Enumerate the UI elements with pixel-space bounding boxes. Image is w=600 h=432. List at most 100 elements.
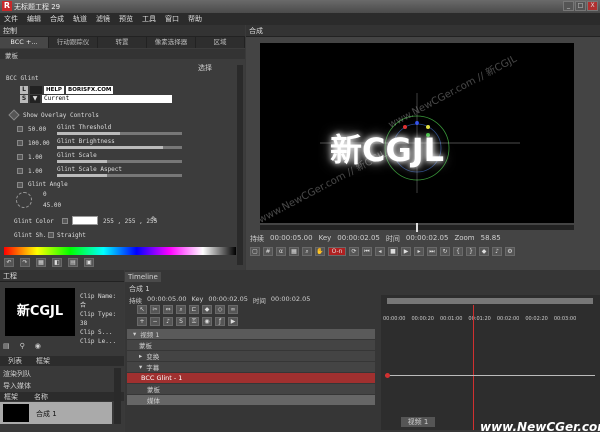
compare-icon[interactable]: ◧: [52, 258, 62, 267]
duration-value[interactable]: 00:00:05.00: [270, 234, 313, 244]
project-scrollbar[interactable]: [114, 368, 121, 424]
stop-icon[interactable]: ■: [388, 247, 398, 256]
color-keyframe-checkbox[interactable]: [62, 218, 68, 224]
snap-icon[interactable]: ⊏: [189, 305, 199, 314]
razor-tool-icon[interactable]: ✂: [150, 305, 160, 314]
menu-file[interactable]: 文件: [4, 14, 18, 24]
tab-motion-tracker[interactable]: 行动跟踪仪: [49, 37, 98, 48]
color-spectrum[interactable]: [4, 247, 236, 255]
tab-list[interactable]: 列表: [8, 356, 22, 366]
project-item[interactable]: 合成 1: [0, 402, 112, 424]
redo-icon[interactable]: ↷: [20, 258, 30, 267]
dropdown-icon[interactable]: ▼: [30, 95, 40, 103]
menu-track[interactable]: 轨道: [73, 14, 87, 24]
color-swatch[interactable]: [72, 216, 98, 225]
tab-bcc[interactable]: BCC +...: [0, 37, 49, 48]
param-keyframe-checkbox[interactable]: [17, 140, 23, 146]
select-tool-icon[interactable]: ↖: [137, 305, 147, 314]
new-bin-icon[interactable]: ▤: [3, 342, 10, 350]
angle-dial[interactable]: [16, 192, 32, 208]
angle-keyframe-checkbox[interactable]: [17, 182, 23, 188]
timeline-tab[interactable]: Timeline: [125, 272, 161, 282]
frame-icon[interactable]: ▣: [84, 258, 94, 267]
collapse-icon[interactable]: ▸: [139, 352, 142, 360]
settings-icon[interactable]: ⚙: [505, 247, 515, 256]
key-value[interactable]: 00:00:02.05: [337, 234, 380, 244]
viewer-playhead[interactable]: [416, 223, 418, 232]
tl-duration-value[interactable]: 00:00:05.00: [147, 295, 187, 305]
project-thumbnail[interactable]: 新CGJL: [5, 288, 75, 336]
video-clip[interactable]: 视频 1: [401, 417, 435, 427]
checker-icon[interactable]: ▦: [289, 247, 299, 256]
play-icon[interactable]: ▶: [401, 247, 411, 256]
mute-icon[interactable]: ♪: [163, 317, 173, 326]
menu-filter[interactable]: 滤镜: [96, 14, 110, 24]
track-add-icon[interactable]: +: [137, 317, 147, 326]
expand-icon[interactable]: ▾: [139, 363, 142, 371]
visibility-icon[interactable]: ◉: [202, 317, 212, 326]
eye-icon[interactable]: ◉: [35, 342, 41, 350]
tab-mask[interactable]: 蒙板: [5, 50, 18, 60]
tl-key-value[interactable]: 00:00:02.05: [208, 295, 248, 305]
overlay-diamond-icon[interactable]: [8, 109, 20, 121]
render-icon[interactable]: ▶: [228, 317, 238, 326]
tab-transpose[interactable]: 转置: [98, 37, 147, 48]
menu-help[interactable]: 帮助: [188, 14, 202, 24]
time-ruler[interactable]: 00:00:00 00:00:20 00:01:00 00:01:20 00:0…: [381, 316, 600, 324]
lock-icon[interactable]: ⚿: [189, 317, 199, 326]
color-values[interactable]: 255 , 255 , 255: [103, 218, 157, 225]
undo-icon[interactable]: ↶: [4, 258, 14, 267]
control-scrollbar[interactable]: [237, 65, 243, 265]
in-point-icon[interactable]: {: [453, 247, 463, 256]
keyframe-icon[interactable]: ◇: [215, 305, 225, 314]
angle-degrees[interactable]: 45.00: [43, 202, 61, 209]
help-button[interactable]: HELP: [44, 86, 64, 94]
slip-tool-icon[interactable]: ⇔: [163, 305, 173, 314]
param-value[interactable]: 100.00: [28, 140, 50, 147]
track-row[interactable]: ▸ 变换: [127, 351, 375, 361]
step-forward-icon[interactable]: ▸: [414, 247, 424, 256]
track-row[interactable]: ▾ 字幕: [127, 362, 375, 372]
out-point-icon[interactable]: }: [466, 247, 476, 256]
track-delete-icon[interactable]: −: [150, 317, 160, 326]
track-row[interactable]: ▾ 视频 1: [127, 329, 375, 339]
go-end-icon[interactable]: ⏭: [427, 247, 437, 256]
zoom-value[interactable]: 58.85: [481, 234, 501, 244]
keyframe-curve[interactable]: [385, 375, 595, 376]
magnify-icon[interactable]: ⌕: [302, 247, 312, 256]
alpha-icon[interactable]: α: [276, 247, 286, 256]
keyframe-marker[interactable]: [385, 373, 390, 378]
param-keyframe-checkbox[interactable]: [17, 154, 23, 160]
maximize-button[interactable]: □: [575, 1, 586, 11]
audio-icon[interactable]: ♪: [492, 247, 502, 256]
refresh-icon[interactable]: ⟳: [349, 247, 359, 256]
step-back-icon[interactable]: ◂: [375, 247, 385, 256]
grid-icon[interactable]: ▦: [36, 258, 46, 267]
param-slider[interactable]: [57, 174, 182, 177]
track-row[interactable]: 蒙板: [127, 384, 375, 394]
safe-area-icon[interactable]: ▢: [250, 247, 260, 256]
param-slider[interactable]: [57, 132, 182, 135]
minimize-button[interactable]: _: [563, 1, 574, 11]
param-keyframe-checkbox[interactable]: [17, 168, 23, 174]
save-icon[interactable]: S: [20, 95, 28, 103]
mark-icon[interactable]: ◆: [479, 247, 489, 256]
show-overlay-label[interactable]: Show Overlay Controls: [23, 112, 99, 119]
menu-composite[interactable]: 合成: [50, 14, 64, 24]
loop-icon[interactable]: ↻: [440, 247, 450, 256]
render-queue-label[interactable]: 渲染列队: [3, 369, 31, 379]
viewer-screen[interactable]: 新CGJL www.NewCGer.com // 新CGJL www.NewCG…: [260, 43, 574, 223]
shape-dropdown[interactable]: Straight: [57, 232, 86, 239]
tab-region[interactable]: 区域: [196, 37, 245, 48]
track-row[interactable]: 蒙板: [127, 340, 375, 350]
track-row-selected[interactable]: BCC Glint - 1: [127, 373, 375, 383]
param-value[interactable]: 50.00: [28, 126, 46, 133]
menu-tools[interactable]: 工具: [142, 14, 156, 24]
menu-window[interactable]: 窗口: [165, 14, 179, 24]
grid-toggle-icon[interactable]: #: [263, 247, 273, 256]
track-row[interactable]: 媒体: [127, 395, 375, 405]
param-slider[interactable]: [57, 146, 182, 149]
solo-icon[interactable]: S: [176, 317, 186, 326]
arrow-icon[interactable]: [30, 86, 42, 94]
angle-revolutions[interactable]: 0: [43, 191, 47, 198]
